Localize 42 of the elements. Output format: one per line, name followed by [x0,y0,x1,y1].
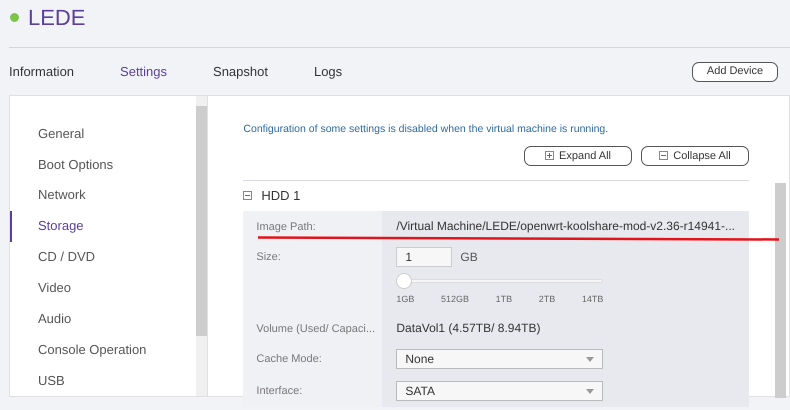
dropdown[interactable]: None [396,349,604,370]
slider-thumb[interactable] [396,273,412,290]
sidebar-item[interactable]: Boot Options [10,148,196,180]
section-title: HDD 1 [261,187,300,205]
tab[interactable]: Logs [314,62,342,82]
unit-label: GB [460,249,478,266]
field-label: Interface: [256,384,302,400]
tick-label: 1GB [396,293,414,306]
expand-all-button[interactable]: Expand All [524,146,632,166]
sidebar-item[interactable]: USB [10,365,196,396]
tab[interactable]: Snapshot [213,62,268,82]
collapse-all-button[interactable]: Collapse All [641,146,749,166]
tab[interactable]: Information [9,62,74,82]
caret-icon [586,356,594,362]
minus-icon [659,151,668,160]
plus-icon [545,151,554,160]
scrollbar[interactable] [196,96,208,396]
field-label: Cache Mode: [256,352,322,368]
size-slider[interactable] [396,273,604,290]
field-label: Image Path: [256,220,316,235]
field-value: /Virtual Machine/LEDE/openwrt-koolshare-mod-v2.36-r14941-... [396,218,735,235]
scrollbar[interactable] [775,183,786,398]
field-label: Size: [256,250,281,266]
tick-label: 512GB [441,293,470,306]
sidebar-item[interactable]: CD / DVD [10,242,196,272]
field-label: Volume (Used/ Capaci... [256,322,376,337]
page-title: LEDE [28,4,86,32]
tab[interactable]: Settings [120,62,168,82]
dropdown[interactable]: SATA [396,381,604,402]
tick-label: 14TB [582,293,604,306]
notice-text: Configuration of some settings is disabled when the virtual machine is running. [243,122,610,137]
caret-icon [586,388,594,394]
tick-label: 2TB [538,293,556,306]
sidebar-item[interactable]: Video [10,272,196,304]
sidebar-item[interactable]: Audio [10,303,196,334]
field-value: DataVol1 (4.57TB/ 8.94TB) [396,320,540,337]
sidebar-item[interactable]: General [10,118,196,149]
tick-label: 1TB [496,293,512,306]
add-device-button[interactable]: Add Device [692,62,778,82]
size-input[interactable]: 1 [396,247,452,268]
sidebar-item[interactable]: Network [10,180,196,211]
sidebar-item[interactable]: Console Operation [10,334,196,366]
